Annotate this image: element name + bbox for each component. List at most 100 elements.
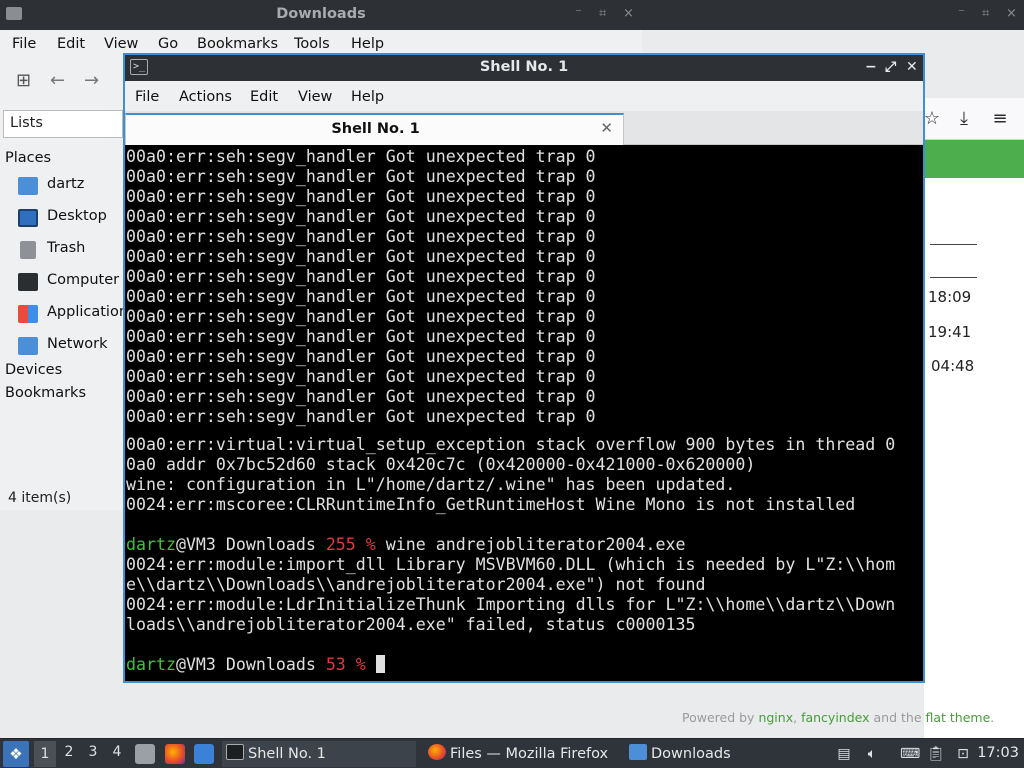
- downloads-arrow-icon[interactable]: ⤓: [950, 106, 978, 132]
- terminal-line: e\\dartz\\Downloads\\andrejobliterator20…: [126, 575, 706, 594]
- minimize-icon[interactable]: ⁻: [958, 6, 965, 21]
- page-header-bar: [924, 140, 1024, 178]
- forward-arrow-icon[interactable]: →: [84, 70, 99, 91]
- powered-sep: ,: [793, 710, 798, 725]
- sidebar-item-label: dartz: [47, 176, 85, 192]
- task-downloads[interactable]: Downloads: [625, 741, 825, 767]
- sidebar-item-trash[interactable]: Trash: [18, 238, 138, 262]
- close-icon[interactable]: ×: [623, 6, 634, 21]
- side-pane-mode-select[interactable]: Lists: [3, 110, 123, 138]
- sidebar-item-label: Trash: [47, 240, 86, 256]
- maximize-icon[interactable]: ⤢: [885, 59, 896, 75]
- prompt-host-dir: @VM3 Downloads: [175, 535, 326, 554]
- maximize-icon[interactable]: ⌗: [599, 6, 606, 21]
- hamburger-menu-icon[interactable]: ≡: [986, 106, 1014, 132]
- nginx-link[interactable]: nginx: [758, 710, 793, 725]
- sidebar-item-dartz[interactable]: dartz: [18, 174, 138, 198]
- terminal-line: 0024:err:mscoree:CLRRuntimeInfo_GetRunti…: [126, 495, 856, 514]
- sidebar-item-computer[interactable]: Computer: [18, 270, 138, 294]
- trash-icon: [20, 241, 36, 259]
- sidebar-item-label: Computer: [47, 272, 120, 288]
- maximize-icon[interactable]: ⌗: [982, 6, 989, 21]
- applications-icon: [18, 305, 38, 323]
- menu-file[interactable]: File: [135, 89, 159, 105]
- sidebar-item-applications[interactable]: Applications: [18, 302, 138, 326]
- network-icon: [18, 337, 38, 355]
- firefox-launcher-icon[interactable]: [165, 744, 185, 764]
- powered-middle: and the: [873, 710, 922, 725]
- downloads-window-titlebar[interactable]: Downloads ⁻ ⌗ × ⁻ ⌗ ×: [0, 0, 1024, 30]
- sidebar-item-desktop[interactable]: Desktop: [18, 206, 138, 230]
- sidebar-item-label: Network: [47, 336, 108, 352]
- terminal-line: 00a0:err:seh:segv_handler Got unexpected…: [126, 407, 596, 426]
- menu-edit[interactable]: Edit: [250, 89, 278, 105]
- menu-file[interactable]: File: [12, 36, 36, 52]
- prompt-line: dartz@VM3 Downloads 255 % wine andrejobl…: [126, 535, 685, 555]
- task-shell-1[interactable]: Shell No. 1: [222, 741, 416, 767]
- keyboard-icon[interactable]: ⌨︎: [900, 745, 920, 763]
- workspace-3[interactable]: 3: [82, 744, 104, 760]
- menu-tools[interactable]: Tools: [294, 36, 330, 52]
- workspace-1[interactable]: 1: [34, 741, 56, 767]
- home-folder-icon: [18, 177, 38, 195]
- workspace-4[interactable]: 4: [106, 744, 128, 760]
- terminal-line: 0024:err:module:import_dll Library MSVBV…: [126, 555, 896, 574]
- prompt-exit-code: 53 %: [325, 655, 366, 674]
- menu-edit[interactable]: Edit: [57, 36, 85, 52]
- terminal-titlebar[interactable]: >_ Shell No. 1 − ⤢ ✕: [125, 55, 923, 81]
- task-label: Downloads: [651, 746, 731, 762]
- network-status-icon[interactable]: ⊡: [954, 745, 972, 763]
- tab-shell-1[interactable]: Shell No. 1 ✕: [125, 113, 624, 145]
- volume-icon[interactable]: 🔈︎: [863, 745, 881, 763]
- command-text: [366, 655, 376, 674]
- menu-actions[interactable]: Actions: [179, 89, 232, 105]
- close-tab-icon[interactable]: ✕: [600, 119, 613, 137]
- terminal-line: 00a0:err:seh:segv_handler Got unexpected…: [126, 267, 596, 286]
- menu-help[interactable]: Help: [351, 89, 384, 105]
- close-icon[interactable]: ×: [1006, 6, 1017, 21]
- bookmarks-heading: Bookmarks: [5, 385, 87, 401]
- menu-go[interactable]: Go: [158, 36, 178, 52]
- menu-help[interactable]: Help: [351, 36, 384, 52]
- minimize-icon[interactable]: −: [865, 59, 877, 75]
- flat-theme-link[interactable]: flat theme: [926, 710, 991, 725]
- divider: [930, 277, 977, 278]
- menu-view[interactable]: View: [104, 36, 138, 52]
- computer-icon: [18, 273, 38, 291]
- tab-label: Shell No. 1: [331, 121, 420, 137]
- terminal-line: loads\\andrejobliterator2004.exe" failed…: [126, 615, 696, 634]
- close-icon[interactable]: ✕: [906, 59, 918, 75]
- folder-icon: [629, 744, 647, 760]
- prompt-line: dartz@VM3 Downloads 53 %: [126, 655, 385, 675]
- removable-media-icon[interactable]: ▤: [835, 745, 853, 763]
- prompt-host-dir: @VM3 Downloads: [175, 655, 326, 674]
- terminal-line: 0a0 addr 0x7bc52d60 stack 0x420c7c (0x42…: [126, 455, 756, 474]
- clipboard-icon[interactable]: 📋︎: [927, 745, 945, 763]
- workspace-2[interactable]: 2: [58, 744, 80, 760]
- clock[interactable]: 17:03: [977, 745, 1019, 761]
- fancyindex-link[interactable]: fancyindex: [801, 710, 869, 725]
- start-menu-icon[interactable]: ❖: [3, 741, 29, 767]
- prompt-exit-code: 255 %: [325, 535, 376, 554]
- menu-bookmarks[interactable]: Bookmarks: [197, 36, 278, 52]
- menu-view[interactable]: View: [298, 89, 332, 105]
- new-tab-icon[interactable]: ⊞: [16, 70, 31, 91]
- divider: [930, 244, 977, 245]
- powered-prefix: Powered by: [682, 710, 755, 725]
- side-pane: Places dartz Desktop Trash Computer Appl…: [0, 142, 136, 502]
- firefox-icon: [428, 744, 446, 760]
- command-text: wine andrejobliterator2004.exe: [375, 535, 686, 554]
- minimize-icon[interactable]: ⁻: [575, 6, 582, 21]
- file-manager-launcher-icon[interactable]: [135, 744, 155, 764]
- page-content: [924, 178, 1024, 738]
- back-arrow-icon[interactable]: ←: [50, 70, 65, 91]
- terminal-line: 00a0:err:seh:segv_handler Got unexpected…: [126, 187, 596, 206]
- terminal-output[interactable]: 00a0:err:seh:segv_handler Got unexpected…: [125, 145, 923, 681]
- taskbar: ❖ 1 2 3 4 Shell No. 1 Files — Mozilla Fi…: [0, 738, 1024, 768]
- task-firefox[interactable]: Files — Mozilla Firefox: [424, 741, 620, 767]
- sidebar-item-network[interactable]: Network: [18, 334, 138, 358]
- task-label: Files — Mozilla Firefox: [450, 746, 609, 762]
- desktop-launcher-icon[interactable]: [194, 744, 214, 764]
- status-bar-text: 4 item(s): [8, 490, 72, 506]
- terminal-window: >_ Shell No. 1 − ⤢ ✕ File Actions Edit V…: [123, 53, 925, 683]
